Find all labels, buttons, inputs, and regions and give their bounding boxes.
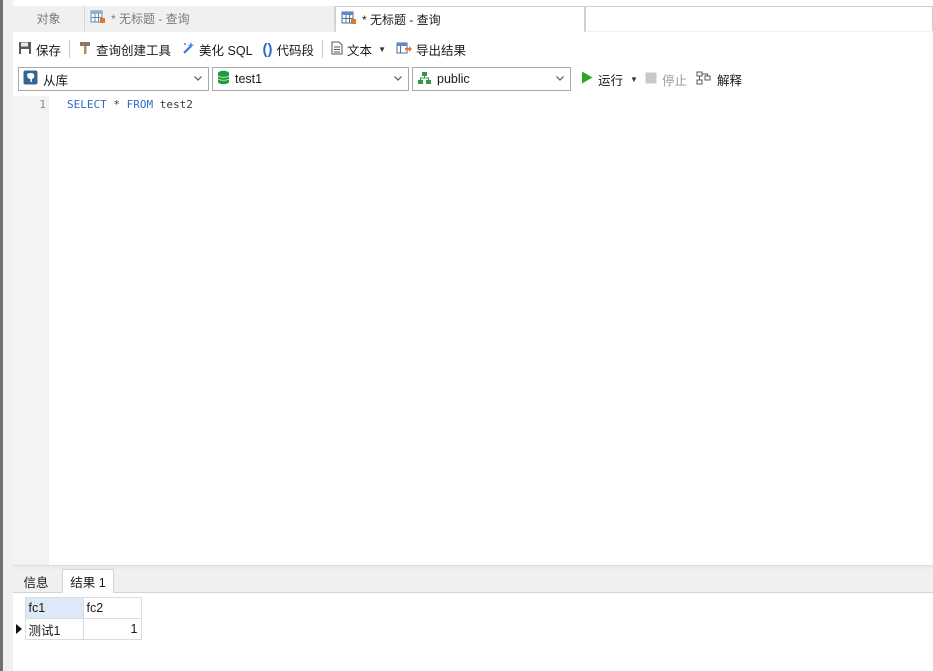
document-icon: [331, 41, 343, 58]
database-value: test1: [235, 72, 263, 86]
line-number-gutter: 1: [13, 96, 49, 565]
export-result-button[interactable]: 导出结果: [391, 37, 471, 61]
query-table-icon: [90, 10, 106, 27]
result-tab-bar: 信息 结果 1: [13, 569, 933, 593]
query-table-icon: [341, 11, 357, 28]
schema-value: public: [437, 72, 470, 86]
schema-tree-icon: [417, 71, 432, 88]
parentheses-icon: (): [262, 40, 273, 58]
magic-wand-icon: [181, 41, 195, 58]
connection-value: 从库: [43, 73, 69, 88]
result-grid: fc1 fc2 测试1 1: [13, 597, 142, 640]
tab-result-label: 结果 1: [70, 576, 106, 590]
tab-objects-label: 对象: [36, 12, 61, 26]
sql-operator: *: [106, 98, 127, 111]
grid-corner: [13, 598, 25, 619]
explain-label: 解释: [717, 73, 743, 88]
sql-editor[interactable]: 1 SELECT * FROM test2: [13, 96, 933, 565]
sql-keyword: FROM: [126, 98, 154, 111]
export-grid-icon: [396, 41, 412, 58]
line-number: 1: [39, 98, 46, 111]
run-label: 运行: [598, 73, 624, 88]
table-row[interactable]: 测试1 1: [13, 618, 142, 640]
export-result-label: 导出结果: [415, 43, 466, 58]
left-margin: [3, 0, 13, 671]
stop-label: 停止: [662, 73, 688, 88]
database-select[interactable]: test1: [212, 67, 409, 91]
text-mode-label: 文本: [347, 43, 373, 58]
explain-plan-icon: [696, 71, 712, 88]
explain-button[interactable]: 解释: [696, 67, 742, 91]
beautify-sql-button[interactable]: 美化 SQL: [176, 37, 258, 61]
connection-selector-row: 从库 test1 public 运行 ▼ 停止 解释: [13, 66, 933, 94]
tab-info[interactable]: 信息: [13, 569, 59, 593]
table-cell[interactable]: 1: [82, 618, 142, 640]
tab-query-label: * 无标题 - 查询: [111, 12, 190, 26]
chevron-down-icon[interactable]: ▼: [630, 75, 638, 84]
play-icon: [581, 71, 593, 87]
chevron-down-icon: [554, 72, 566, 84]
table-cell[interactable]: 测试1: [24, 618, 84, 640]
stop-button[interactable]: 停止: [645, 67, 687, 91]
floppy-disk-icon: [18, 41, 32, 58]
column-header-fc1[interactable]: fc1: [24, 597, 84, 619]
save-label: 保存: [36, 43, 62, 58]
chevron-down-icon[interactable]: ▼: [378, 45, 386, 54]
tab-query-untitled-active[interactable]: * 无标题 - 查询: [335, 6, 585, 32]
toolbar-divider: [322, 40, 324, 58]
tab-query-label: * 无标题 - 查询: [362, 13, 441, 27]
run-button[interactable]: 运行 ▼: [581, 67, 638, 91]
query-builder-label: 查询创建工具: [96, 43, 172, 58]
schema-select[interactable]: public: [412, 67, 571, 91]
text-mode-button[interactable]: 文本 ▼: [326, 37, 391, 61]
tab-objects[interactable]: 对象: [13, 6, 85, 31]
stop-icon: [645, 72, 657, 87]
beautify-sql-label: 美化 SQL: [199, 43, 253, 58]
chevron-down-icon: [192, 72, 204, 84]
toolbar-divider: [69, 40, 71, 58]
current-row-arrow-icon: [16, 624, 22, 634]
tab-query-untitled-1[interactable]: * 无标题 - 查询: [85, 6, 335, 31]
tab-bar: 对象 * 无标题 - 查询 * 无标题 - 查询: [13, 6, 933, 32]
query-builder-button[interactable]: 查询创建工具: [73, 37, 176, 61]
row-indicator: [13, 619, 25, 640]
code-snippet-button[interactable]: () 代码段: [258, 37, 320, 61]
tab-result-1[interactable]: 结果 1: [62, 569, 114, 593]
sql-keyword: SELECT: [67, 98, 107, 111]
save-button[interactable]: 保存: [13, 37, 66, 61]
code-snippet-label: 代码段: [276, 43, 315, 58]
chevron-down-icon: [392, 72, 404, 84]
column-header-fc2[interactable]: fc2: [82, 597, 142, 619]
result-header-row: fc1 fc2: [13, 597, 142, 619]
database-icon: [217, 70, 230, 88]
query-toolbar: 保存 查询创建工具 美化 SQL () 代码段 文本 ▼ 导出结果: [13, 35, 933, 63]
tab-info-label: 信息: [23, 575, 49, 590]
sql-table-name: test2: [153, 98, 193, 111]
hammer-icon: [78, 41, 92, 58]
postgresql-elephant-icon: [23, 70, 38, 88]
connection-select[interactable]: 从库: [18, 67, 209, 91]
tab-bar-empty: [585, 6, 933, 31]
sql-code-line[interactable]: SELECT * FROM test2: [67, 98, 193, 111]
